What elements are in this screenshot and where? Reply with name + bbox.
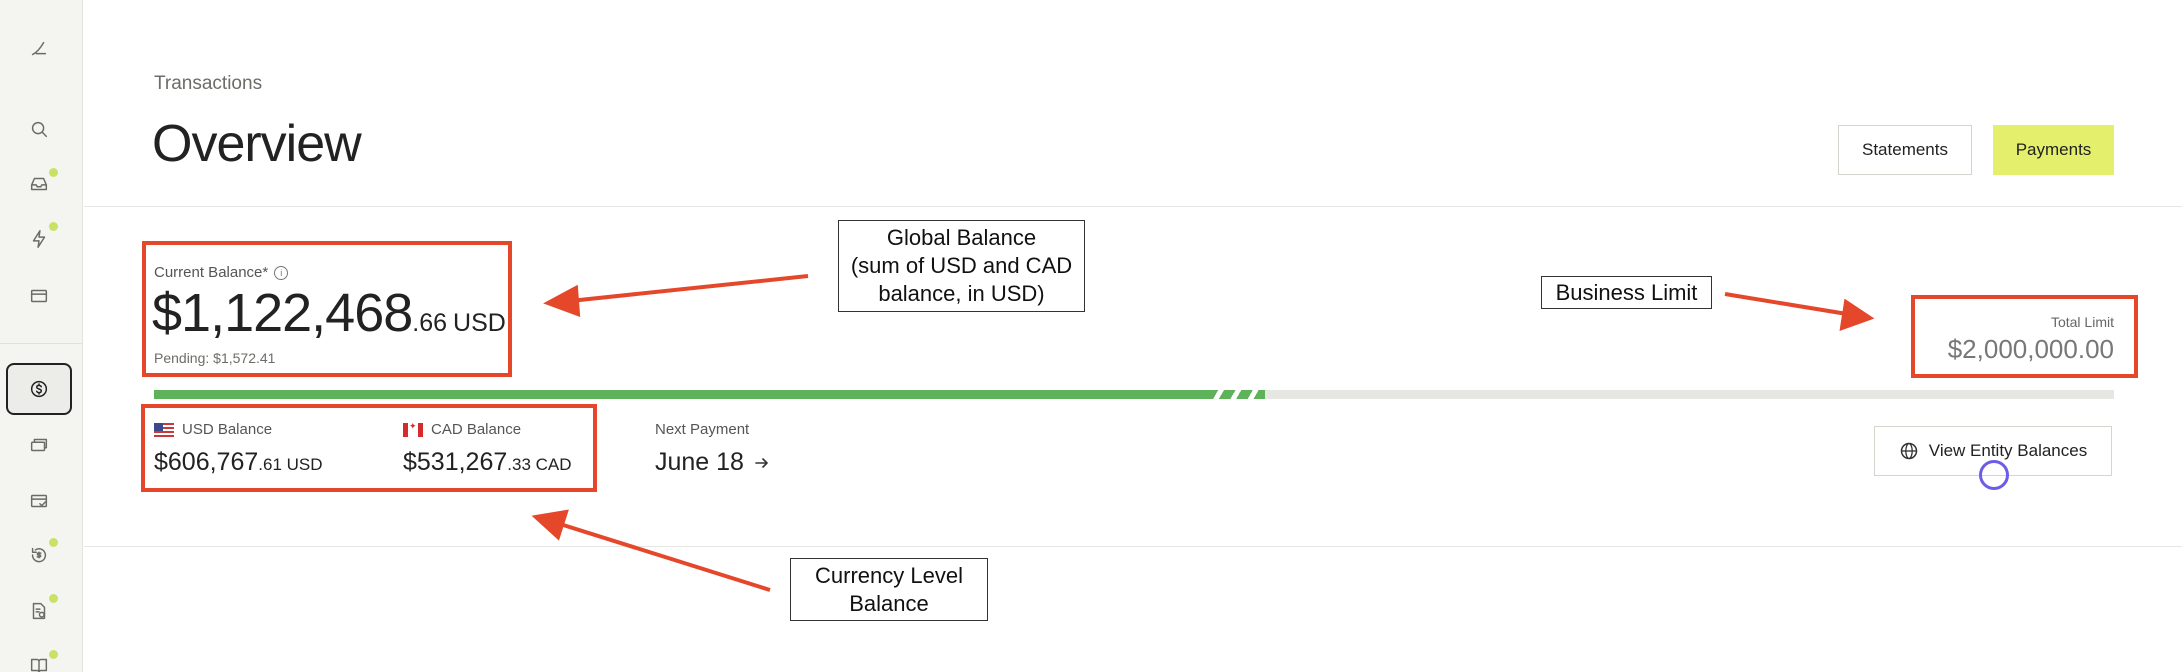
next-payment-label: Next Payment: [655, 421, 750, 438]
arrow-head-currency-balance: [531, 509, 569, 541]
card-icon[interactable]: [20, 277, 58, 315]
search-icon[interactable]: [20, 110, 58, 148]
view-entity-balances-label: View Entity Balances: [1928, 441, 2088, 460]
next-payment-date: June 18: [655, 448, 744, 476]
statements-button[interactable]: Statements: [1838, 125, 1972, 175]
header-divider: [84, 206, 2182, 207]
currency-balance-highlight: [141, 404, 597, 492]
globe-icon: [1900, 442, 1918, 460]
dollar-circle-icon[interactable]: [20, 370, 58, 408]
progress-used-fill: [154, 390, 1207, 399]
notification-dot: [49, 594, 58, 603]
limit-progress-bar: [154, 390, 2114, 399]
app: Transactions Overview Statements Payment…: [0, 0, 2182, 672]
arrow-head-business-limit: [1839, 298, 1875, 332]
next-payment-value[interactable]: June 18: [655, 448, 770, 477]
notification-dot: [49, 168, 58, 177]
notification-dot: [49, 222, 58, 231]
cursor-indicator: [1979, 460, 2009, 490]
breadcrumb[interactable]: Transactions: [154, 73, 262, 95]
currency-level-annotation: Currency Level Balance: [790, 558, 988, 621]
global-balance-annotation: Global Balance (sum of USD and CAD balan…: [838, 220, 1085, 312]
sidebar-divider: [0, 343, 83, 344]
cards-stack-icon[interactable]: [20, 426, 58, 464]
bill-pay-icon[interactable]: [20, 482, 58, 520]
page-title: Overview: [152, 115, 362, 173]
payments-button[interactable]: Payments: [1993, 125, 2114, 175]
global-balance-highlight: [142, 241, 512, 377]
notification-dot: [49, 650, 58, 659]
arrow-right-icon: [755, 457, 768, 468]
sidebar: [0, 0, 83, 672]
arrow-to-currency-balance: [559, 522, 771, 592]
arrow-head-global-balance: [543, 284, 581, 317]
arrow-to-global-balance: [569, 274, 809, 303]
section-divider: [84, 546, 2182, 547]
business-limit-annotation: Business Limit: [1541, 276, 1712, 309]
next-payment[interactable]: Next Payment June 18: [655, 421, 770, 477]
progress-pending-fill: [1206, 390, 1266, 399]
logo-icon[interactable]: [20, 30, 58, 68]
notification-dot: [49, 538, 58, 547]
arrow-to-business-limit: [1724, 292, 1848, 316]
business-limit-highlight: [1911, 295, 2138, 378]
